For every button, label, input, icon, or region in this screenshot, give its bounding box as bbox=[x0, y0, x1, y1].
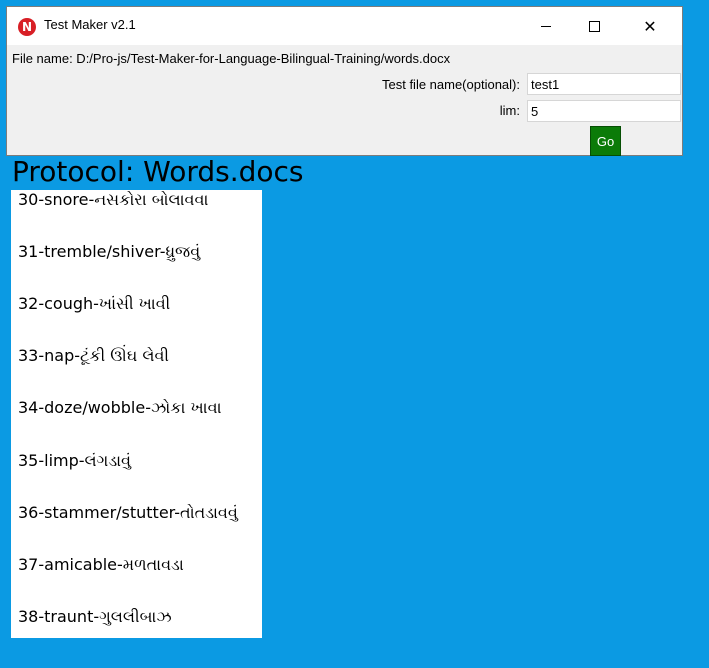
word-item: 38-traunt-ગુલલીબાઝ bbox=[18, 607, 172, 626]
lim-label: lim: bbox=[499, 103, 520, 118]
word-item: 34-doze/wobble-ઝોકા ખાવા bbox=[18, 398, 222, 417]
window-title: Test Maker v2.1 bbox=[44, 17, 136, 32]
word-item: 30-snore-નસકોરા બોલાવવા bbox=[18, 190, 209, 209]
word-item: 32-cough-ખાંસી ખાવી bbox=[18, 294, 171, 313]
minimize-icon bbox=[541, 25, 551, 27]
maximize-button[interactable] bbox=[571, 7, 617, 45]
app-logo-icon: N bbox=[18, 18, 36, 36]
test-file-name-label: Test file name(optional): bbox=[381, 77, 520, 92]
minimize-button[interactable] bbox=[523, 7, 569, 45]
protocol-heading: Protocol: Words.docs bbox=[12, 155, 304, 188]
word-item: 35-limp-લંગડાવું bbox=[18, 451, 131, 470]
word-item: 36-stammer/stutter-તોતડાવવું bbox=[18, 503, 238, 522]
word-list: 30-snore-નસકોરા બોલાવવા 31-tremble/shive… bbox=[11, 190, 262, 638]
test-file-name-input[interactable] bbox=[527, 73, 681, 95]
word-item: 31-tremble/shiver-ધ્રુજવું bbox=[18, 242, 201, 261]
maximize-icon bbox=[588, 20, 600, 32]
file-name-label: File name: D:/Pro-js/Test-Maker-for-Lang… bbox=[12, 51, 451, 66]
word-item: 33-nap-ટૂંકી ઊંઘ લેવી bbox=[18, 346, 169, 365]
title-bar[interactable]: N Test Maker v2.1 ✕ bbox=[7, 7, 682, 45]
lim-input[interactable] bbox=[527, 100, 681, 122]
go-button[interactable]: Go bbox=[590, 126, 621, 156]
close-button[interactable]: ✕ bbox=[627, 7, 673, 45]
word-item: 37-amicable-મળતાવડા bbox=[18, 555, 184, 574]
app-window: N Test Maker v2.1 ✕ File name: D:/Pro-js… bbox=[6, 6, 683, 156]
close-icon: ✕ bbox=[643, 16, 657, 36]
